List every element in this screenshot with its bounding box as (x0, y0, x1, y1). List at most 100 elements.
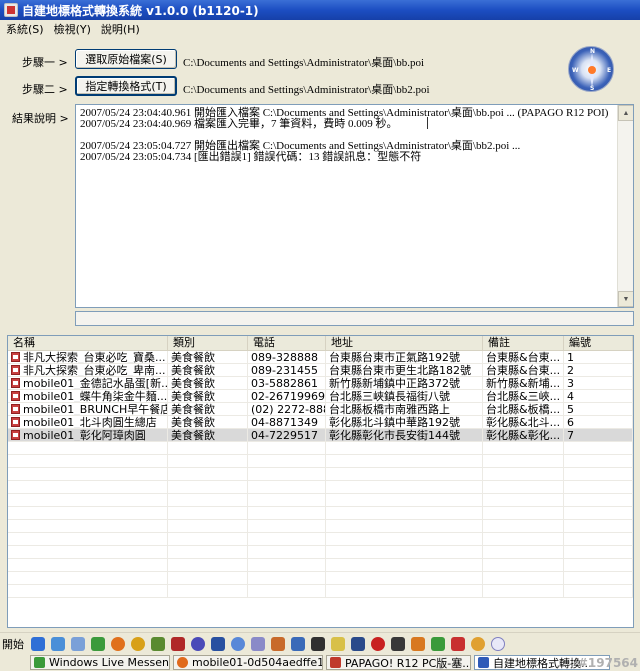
table-cell: mobile01_BRUNCH早午餐店 (8, 403, 168, 415)
poi-table[interactable]: 名稱 類別 電話 地址 備註 編號 非凡大探索_台東必吃_寶桑... 美食餐飲 08… (7, 335, 634, 628)
table-row[interactable]: 非凡大探索_台東必吃_寶桑... 美食餐飲 089-328888 台東縣台東市正氣路1… (8, 351, 633, 364)
app-icon-10[interactable] (211, 636, 225, 651)
poi-icon (11, 365, 20, 375)
app-icon-9[interactable] (191, 636, 205, 651)
compass-letter-w: W (572, 67, 579, 74)
step2-label: 步驟二 > (22, 83, 68, 96)
col-header-phone[interactable]: 電話 (248, 336, 326, 350)
table-row[interactable]: mobile01_BRUNCH早午餐店美食餐飲(02) 2272-8887台北縣… (8, 403, 633, 416)
menu-view[interactable]: 檢視(Y) (54, 21, 91, 37)
empty-row (8, 559, 633, 572)
empty-row (8, 494, 633, 507)
app-icon-7[interactable] (151, 636, 165, 651)
table-cell: 新竹縣&新埔... (483, 377, 564, 389)
menu-bar: 系統(S) 檢視(Y) 說明(H) (0, 20, 640, 38)
table-cell: 美食餐飲 (168, 429, 248, 441)
col-header-name[interactable]: 名稱 (8, 336, 168, 350)
app-icon-22[interactable] (451, 636, 465, 651)
result-log[interactable]: 2007/05/24 23:04:40.961 開始匯入檔案 C:\Docume… (75, 104, 634, 308)
compass-letter-s: S (590, 85, 595, 92)
table-cell: 台北縣&板橋... (483, 403, 564, 415)
table-cell: mobile01_金德記水晶蛋[新... (8, 377, 168, 389)
app-icon-12[interactable] (251, 636, 265, 651)
table-cell: mobile01_北斗肉圓生總店 (8, 416, 168, 428)
app-icon-6[interactable] (131, 636, 145, 651)
table-cell: 非凡大探索_台東必吃_卑南... (8, 364, 168, 376)
poi-icon (11, 352, 20, 362)
app-icon-11[interactable] (231, 636, 245, 651)
app-icon-21[interactable] (431, 636, 445, 651)
table-row[interactable]: 非凡大探索_台東必吃_卑南... 美食餐飲 089-231455 台東縣台東市更生北路… (8, 364, 633, 377)
start-label[interactable]: 開始 (2, 636, 24, 652)
table-cell: 6 (564, 416, 633, 428)
table-cell: 台北縣板橋市南雅西路上 (326, 403, 483, 415)
table-header: 名稱 類別 電話 地址 備註 編號 (8, 336, 633, 351)
messenger-icon[interactable] (91, 636, 105, 651)
firefox-icon[interactable] (111, 636, 125, 651)
step1-label: 步驟一 > (22, 56, 68, 69)
col-header-number[interactable]: 編號 (564, 336, 633, 350)
task-browser[interactable]: mobile01-0d504aedffe1ee... (173, 655, 323, 670)
ie-icon[interactable] (31, 636, 45, 651)
col-header-address[interactable]: 地址 (326, 336, 483, 350)
task-papago[interactable]: PAPAGO! R12 PC版-塞... (326, 655, 471, 670)
app-icon-20[interactable] (411, 636, 425, 651)
table-cell: 04-8871349 (248, 416, 326, 428)
log-scrollbar[interactable]: ▲ ▼ (617, 105, 633, 307)
empty-row (8, 572, 633, 585)
table-cell: 台東縣台東市正氣路192號 (326, 351, 483, 363)
table-cell: 彰化縣北斗鎮中華路192號 (326, 416, 483, 428)
select-source-file-button[interactable]: 選取原始檔案(S) (75, 49, 177, 69)
menu-help[interactable]: 說明(H) (101, 21, 140, 37)
table-row[interactable]: mobile01_蝶牛角柒金牛麵... 美食餐飲 02-26719969 台北縣三峽鎮… (8, 390, 633, 403)
app-icon-23[interactable] (471, 636, 485, 651)
col-header-category[interactable]: 類別 (168, 336, 248, 350)
cmd-icon[interactable] (311, 636, 325, 651)
table-cell: 1 (564, 351, 633, 363)
task-messenger[interactable]: Windows Live Messenger (30, 655, 170, 670)
empty-row (8, 468, 633, 481)
result-label: 結果說明 > (12, 112, 69, 125)
empty-row (8, 533, 633, 546)
table-cell: 彰化縣&北斗... (483, 416, 564, 428)
table-cell: 美食餐飲 (168, 403, 248, 415)
table-cell: 美食餐飲 (168, 377, 248, 389)
scroll-up-icon[interactable]: ▲ (618, 105, 633, 121)
app-icon-8[interactable] (171, 636, 185, 651)
title-bar[interactable]: 自建地標格式轉換系統 v1.0.0 (b1120-1) (0, 0, 640, 20)
table-cell: (02) 2272-8887 (248, 403, 326, 415)
desktop-icon[interactable] (51, 636, 65, 651)
app-icon-14[interactable] (291, 636, 305, 651)
messenger-icon (34, 657, 45, 668)
set-target-format-button[interactable]: 指定轉換格式(T) (75, 76, 177, 96)
app-icon-16[interactable] (331, 636, 345, 651)
table-cell: 台東縣&台東... (483, 364, 564, 376)
window-title: 自建地標格式轉換系統 v1.0.0 (b1120-1) (22, 3, 259, 18)
table-cell: 5 (564, 403, 633, 415)
menu-system[interactable]: 系統(S) (6, 21, 44, 37)
app-icon-18[interactable] (371, 636, 385, 651)
table-cell: mobile01_蝶牛角柒金牛麵... (8, 390, 168, 402)
col-header-note[interactable]: 備註 (483, 336, 564, 350)
table-body: 非凡大探索_台東必吃_寶桑... 美食餐飲 089-328888 台東縣台東市正氣路1… (8, 351, 633, 598)
table-cell: 台北縣三峽鎮長福街八號 (326, 390, 483, 402)
scroll-down-icon[interactable]: ▼ (618, 291, 633, 307)
compass-letter-e: E (607, 67, 612, 74)
empty-row (8, 520, 633, 533)
table-cell: 4 (564, 390, 633, 402)
table-cell: 03-5882861 (248, 377, 326, 389)
table-cell: 089-231455 (248, 364, 326, 376)
table-cell: 彰化縣彰化市長安街144號 (326, 429, 483, 441)
converter-icon (478, 657, 489, 668)
poi-icon (11, 417, 20, 427)
table-row[interactable]: mobile01_金德記水晶蛋[新... 美食餐飲 03-5882861 新竹縣新埔鎮… (8, 377, 633, 390)
app-icon-17[interactable] (351, 636, 365, 651)
app-icon (4, 3, 18, 17)
table-row[interactable]: mobile01_彰化阿璋肉圓 美食餐飲 04-7229517 彰化縣彰化市長安街14… (8, 429, 633, 442)
app-icon-19[interactable] (391, 636, 405, 651)
table-row[interactable]: mobile01_北斗肉圓生總店 美食餐飲 04-8871349 彰化縣北斗鎮中華路1… (8, 416, 633, 429)
app-icon-24[interactable] (491, 636, 505, 651)
app-icon-13[interactable] (271, 636, 285, 651)
media-icon[interactable] (71, 636, 85, 651)
target-file-path: C:\Documents and Settings\Administrator\… (183, 84, 430, 96)
